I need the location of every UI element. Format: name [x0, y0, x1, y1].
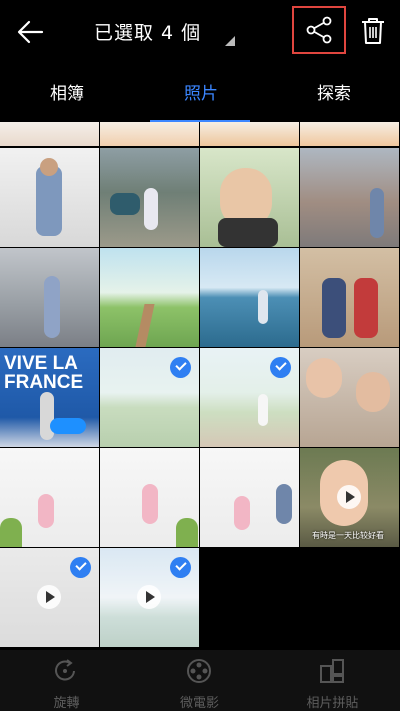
share-button[interactable]: [292, 6, 346, 54]
share-icon: [306, 16, 332, 44]
photo-tile[interactable]: [200, 148, 299, 247]
movie-label: 微電影: [179, 696, 219, 711]
selected-check-icon: [70, 557, 91, 578]
photo-grid: VIVE LA FRANCE 有時是一天比较好看: [0, 122, 400, 650]
video-caption: 有時是一天比较好看: [312, 531, 384, 540]
selected-check-icon: [170, 357, 191, 378]
tab-explore[interactable]: 探索: [317, 79, 351, 104]
movie-button[interactable]: 微電影: [133, 650, 266, 711]
video-tile-selected[interactable]: [0, 548, 99, 647]
photo-tile[interactable]: VIVE LA FRANCE: [0, 348, 99, 447]
tab-photos[interactable]: 照片: [184, 79, 218, 104]
collage-icon: [320, 659, 344, 683]
vive-la-france-text: VIVE LA FRANCE: [4, 353, 84, 393]
top-bar: 已選取 4 個: [0, 0, 400, 64]
photo-tile[interactable]: [300, 122, 399, 146]
selected-check-icon: [170, 557, 191, 578]
tab-albums[interactable]: 相簿: [50, 79, 84, 104]
photo-tile[interactable]: [300, 148, 399, 247]
photo-tile[interactable]: [0, 148, 99, 247]
dropdown-corner-icon: [225, 36, 235, 46]
play-icon: [337, 485, 361, 509]
selection-title[interactable]: 已選取 4 個: [94, 18, 201, 45]
photo-tile[interactable]: [0, 122, 99, 146]
back-arrow-icon[interactable]: [14, 16, 48, 48]
photo-tile[interactable]: [0, 248, 99, 347]
collage-button[interactable]: 相片拼貼: [266, 650, 399, 711]
photo-tile[interactable]: [200, 122, 299, 146]
trash-icon[interactable]: [360, 16, 386, 46]
selected-check-icon: [270, 357, 291, 378]
video-tile[interactable]: 有時是一天比较好看: [300, 448, 399, 547]
photo-tile[interactable]: [0, 448, 99, 547]
photo-tile[interactable]: [300, 348, 399, 447]
photo-tile[interactable]: [300, 248, 399, 347]
photo-tile-selected[interactable]: [100, 348, 199, 447]
video-tile-selected[interactable]: [100, 548, 199, 647]
rotate-icon: [55, 659, 75, 681]
photo-tile-selected[interactable]: [200, 348, 299, 447]
photo-tile[interactable]: [100, 148, 199, 247]
photo-tile[interactable]: [100, 248, 199, 347]
photo-tile[interactable]: [200, 248, 299, 347]
photo-tile[interactable]: [100, 448, 199, 547]
photo-tile[interactable]: [200, 448, 299, 547]
rotate-label: 旋轉: [53, 696, 80, 711]
play-icon: [37, 585, 61, 609]
play-icon: [137, 585, 161, 609]
photo-tile[interactable]: [100, 122, 199, 146]
rotate-button[interactable]: 旋轉: [0, 650, 133, 711]
tab-bar: 相簿 照片 探索: [0, 64, 400, 122]
film-reel-icon: [187, 659, 211, 683]
collage-label: 相片拼貼: [306, 696, 359, 711]
bottom-action-bar: 旋轉 微電影 相片拼貼: [0, 650, 400, 711]
